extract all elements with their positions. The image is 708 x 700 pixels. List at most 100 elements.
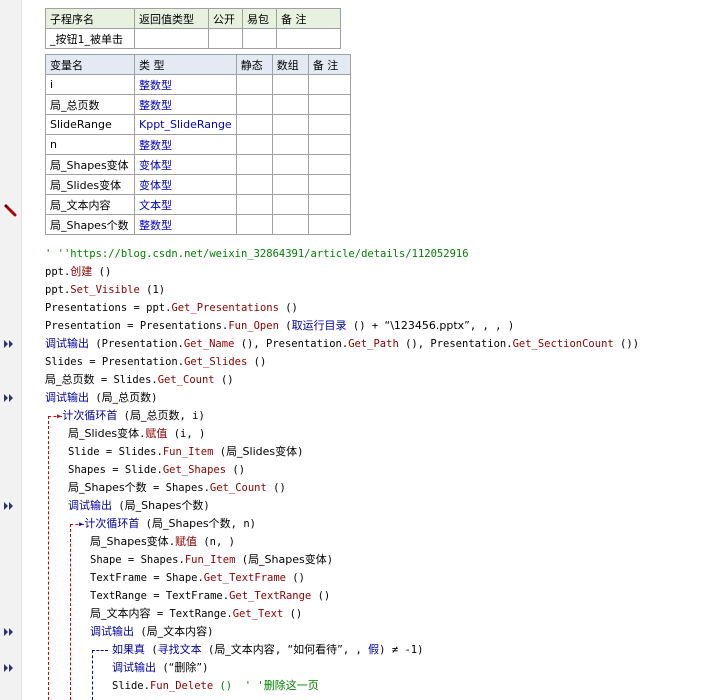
code-line[interactable]: ▸计次循环首 (局_总页数, i) [56,407,205,425]
table-row[interactable]: 局_文本内容 文本型 [45,194,351,215]
code-token: ( [117,410,130,422]
code-line[interactable]: Presentations = ppt.Get_Presentations () [45,299,298,317]
code-line[interactable]: 如果真 (寻找文本 (局_文本内容, “如何看待”, , 假) ≠ -1) [112,641,423,659]
code-token: Get_Text [232,608,284,620]
code-line[interactable]: 局_总页数 = Slides.Get_Count () [45,371,234,389]
code-token: 局_Shapes个数 [68,481,147,494]
code-line[interactable]: 调试输出 (局_文本内容) [90,623,213,641]
table-cell[interactable] [134,28,209,49]
code-token: 局_文本内容 [90,607,151,620]
code-line[interactable]: Slide.Fun_Delete () ' '删除这一页 [112,677,319,695]
var-type-cell[interactable]: 整数型 [134,214,237,235]
table-row[interactable]: SlideRange Kppt_SlideRange [45,114,351,135]
table-row[interactable]: n 整数型 [45,134,351,155]
code-token: , i) [179,410,205,422]
var-type-cell[interactable]: 文本型 [134,194,237,215]
code-token: 创建 [70,265,93,278]
code-token: ( [201,644,215,656]
code-token: Get_Count [209,482,267,494]
table-row[interactable]: 局_总页数 整数型 [45,94,351,115]
var-type-cell[interactable]: 整数型 [134,94,237,115]
table-cell[interactable] [242,28,277,49]
code-token: “删除” [168,661,203,674]
code-token: Slide = Slides. [68,446,163,458]
code-token: 删除这一页 [263,679,319,692]
var-name-cell[interactable]: i [45,74,135,95]
code-token: Fun_Item [184,554,236,566]
code-token: ' ''https://blog.csdn.net/weixin_3286439… [45,248,469,260]
code-token: () [226,464,246,476]
code-token: 调试输出 [68,499,112,512]
var-name-cell[interactable]: SlideRange [45,114,135,135]
header-cell: 数组 [271,54,309,75]
code-token: Shape = Shapes. [90,554,185,566]
code-token: 局_Slides变体 [226,445,298,458]
debug-marker-icon[interactable] [3,627,15,637]
code-line[interactable]: TextRange = TextFrame.Get_TextRange () [90,587,330,605]
code-token: () ' ' [213,680,264,692]
code-line[interactable]: 调试输出 (“删除”) [112,659,208,677]
code-line[interactable]: Shape = Shapes.Fun_Item (局_Shapes变体) [90,551,333,569]
code-token: (i, ) [167,428,206,440]
var-type-cell[interactable]: 整数型 [134,74,237,95]
code-token: 调试输出 [90,625,134,638]
debug-marker-icon[interactable] [3,393,15,403]
code-token: 赋值 [145,427,168,440]
code-line[interactable]: 调试输出 (局_总页数) [45,389,157,407]
code-token: Set_Visible [70,284,140,296]
var-type-cell[interactable]: 变体型 [134,174,237,195]
code-token: ( [89,392,102,404]
code-token: Get_Slides [184,356,248,368]
code-token: ) [326,554,334,566]
code-line[interactable]: 调试输出 (局_Shapes个数) [68,497,210,515]
code-token: Slide. [112,680,150,692]
code-token: ) [151,392,158,404]
subroutine-name-cell[interactable]: _按钮1_被单击 [45,28,135,49]
code-token: ( [213,446,227,458]
table-row[interactable]: 局_Shapes个数 整数型 [45,214,351,235]
var-name-cell[interactable]: 局_Slides变体 [45,174,135,195]
code-line[interactable]: Presentation = Presentations.Fun_Open (取… [45,317,514,335]
var-name-cell[interactable]: 局_Shapes变体 [45,154,135,175]
debug-marker-icon[interactable] [3,501,15,511]
code-line[interactable]: 局_文本内容 = TextRange.Get_Text () [90,605,302,623]
code-token: 局_Shapes个数 [124,499,204,512]
code-token: 局_总页数 [45,373,95,386]
code-line[interactable]: Slide = Slides.Fun_Item (局_Slides变体) [68,443,303,461]
code-token: ) [297,446,304,458]
table-row[interactable]: i 整数型 [45,74,351,95]
code-line[interactable]: ' ''https://blog.csdn.net/weixin_3286439… [45,245,469,263]
var-name-cell[interactable]: n [45,134,135,155]
code-token: 假 [368,643,380,656]
code-line[interactable]: 局_Slides变体.赋值 (i, ) [68,425,205,443]
debug-marker-icon[interactable] [3,663,15,673]
code-line[interactable]: ▸计次循环首 (局_Shapes个数, n) [78,515,256,533]
table-cell[interactable] [208,28,243,49]
code-token: 取运行目录 [291,319,347,332]
var-name-cell[interactable]: 局_Shapes个数 [45,214,135,235]
code-token: = Shapes. [146,482,210,494]
code-token: () + [346,320,385,332]
code-line[interactable]: 局_Shapes个数 = Shapes.Get_Count () [68,479,286,497]
debug-marker-icon[interactable] [3,339,15,349]
code-token: , [274,644,288,656]
code-line[interactable]: ppt.创建 () [45,263,111,281]
var-type-cell[interactable]: 变体型 [134,154,237,175]
table-row[interactable]: 局_Slides变体 变体型 [45,174,351,195]
code-line[interactable]: Shapes = Slide.Get_Shapes () [68,461,245,479]
table-row[interactable]: 局_Shapes变体 变体型 [45,154,351,175]
code-line[interactable]: ppt.Set_Visible (1) [45,281,165,299]
code-line[interactable]: 局_Shapes变体.赋值 (n, ) [90,533,235,551]
code-token: 计次循环首 [84,517,140,530]
code-line[interactable]: TextFrame = Shape.Get_TextFrame () [90,569,305,587]
code-line[interactable]: 调试输出 (Presentation.Get_Name (), Presenta… [45,335,639,353]
code-token: Fun_Delete [149,680,214,692]
header-cell: 公开 [208,8,243,29]
var-name-cell[interactable]: 局_总页数 [45,94,135,115]
var-name-cell[interactable]: 局_文本内容 [45,194,135,215]
code-line[interactable]: Slides = Presentation.Get_Slides () [45,353,266,371]
var-type-cell[interactable]: Kppt_SlideRange [134,114,237,135]
var-type-cell[interactable]: 整数型 [134,134,237,155]
table-cell[interactable] [276,28,341,49]
code-token: () [266,482,286,494]
